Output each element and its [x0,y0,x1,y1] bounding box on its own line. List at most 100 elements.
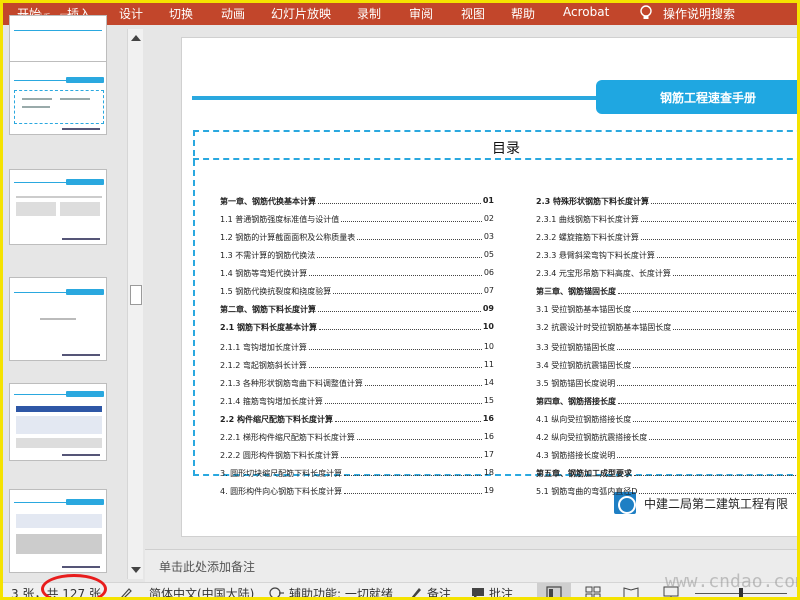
tab-review[interactable]: 审阅 [409,5,433,22]
toc-entry-text: 3.4 受拉钢筋抗震锚固长度 [536,361,632,370]
toc-entry-text: 1.1 普通钢筋强度标准值与设计值 [220,215,340,224]
company-name: 中建二局第二建筑工程有限 [644,497,789,511]
toc-leader [335,421,481,422]
toc-entry: 2.3.4 元宝形吊筋下料高度、长度计算 [536,268,797,279]
tab-transitions[interactable]: 切换 [169,5,193,22]
tab-animations[interactable]: 动画 [221,5,245,22]
scroll-down-icon[interactable] [131,567,141,573]
toc-leader [319,329,481,330]
toc-entry-page: 10 [483,342,494,351]
toc-entry-page: 16 [482,414,494,423]
toc-entry-text: 2.2 构件缩尺配筋下料长度计算 [220,415,333,424]
toc-entry: 2.1.1 弯钩增加长度计算 10 [220,342,494,353]
toc-entry-text: 2.3 特殊形状钢筋下料长度计算 [536,197,649,206]
toc-leader [344,475,482,476]
toc-entry-text: 2.2.2 圆形构件钢筋下料长度计算 [220,451,339,460]
toc-leader [657,257,797,258]
slide-thumbnail[interactable] [9,383,107,461]
toc-entry: 4.3 钢筋搭接长度说明 [536,450,797,461]
tab-view[interactable]: 视图 [461,5,485,22]
toc-entry: 2.3.1 曲线钢筋下料长度计算 [536,214,797,225]
toc-entry-text: 3.3 受拉钢筋锚固长度 [536,343,616,352]
toc-leader [309,367,482,368]
toc-leader [341,457,482,458]
slide-thumbnail[interactable] [9,277,107,361]
toc-entry: 4.2 纵向受拉钢筋抗震搭接长度 [536,432,797,443]
toc-entry: 第五章、钢筋加工成型要求 [536,468,797,479]
slide-canvas[interactable]: 钢筋工程速查手册 目录 中建二局第二建筑工程有限 第一章、钢筋代换基本计算 01 1… [181,37,797,537]
toc-leader [317,257,482,258]
toc-leader [365,385,482,386]
slide-edit-area: 钢筋工程速查手册 目录 中建二局第二建筑工程有限 第一章、钢筋代换基本计算 01 1… [145,25,797,549]
toc-entry: 2.3.2 螺旋箍筋下料长度计算 [536,232,797,243]
slide-thumbnail[interactable] [9,169,107,245]
toc-entry: 2.1.4 箍筋弯钩增加长度计算 15 [220,396,494,407]
toc-leader [341,221,482,222]
toc-entry: 第一章、钢筋代换基本计算 01 [220,196,494,207]
toc-entry: 1.3 不需计算的钢筋代换法 05 [220,250,494,261]
toc-leader [325,403,482,404]
lightbulb-icon[interactable] [639,4,653,22]
toc-entry-page: 05 [483,250,494,259]
toc-entry-text: 第二章、钢筋下料长度计算 [220,305,316,314]
slide-thumbnail[interactable] [9,489,107,573]
tab-acrobat[interactable]: Acrobat [563,5,609,19]
scroll-up-icon[interactable] [131,35,141,41]
normal-view-button[interactable] [537,583,571,597]
comment-icon[interactable] [471,586,485,600]
toc-leader [333,293,482,294]
notes-placeholder[interactable]: 单击此处添加备注 [159,558,255,575]
slide-thumbnail[interactable] [9,61,107,135]
slide-sorter-icon[interactable] [585,586,601,600]
toc-entry: 1.1 普通钢筋强度标准值与设计值 02 [220,214,494,225]
accessibility-status[interactable]: 辅助功能: 一切就绪 [289,585,393,597]
thumbnail-scrollbar[interactable] [127,29,143,579]
toc-entry: 2.2 构件缩尺配筋下料长度计算 16 [220,414,494,425]
tab-record[interactable]: 录制 [357,5,381,22]
tab-slideshow[interactable]: 幻灯片放映 [271,5,331,22]
toc-entry-text: 4. 圆形构件向心钢筋下料长度计算 [220,487,343,496]
toc-entry: 4.1 纵向受拉钢筋搭接长度 [536,414,797,425]
toc-entry-text: 4.1 纵向受拉钢筋搭接长度 [536,415,632,424]
ribbon-tabs: 道 桥 网 开始 插入 设计 切换 动画 幻灯片放映 录制 审阅 视图 帮助 A… [3,3,797,28]
toc-entry: 3. 圆形切块缩尺配筋下料长度计算 18 [220,468,494,479]
toc-entry-page: 01 [482,196,494,205]
scroll-thumb[interactable] [130,285,142,305]
toc-entry: 2.1.2 弯起钢筋斜长计算 11 [220,360,494,371]
toc-entry-text: 1.3 不需计算的钢筋代换法 [220,251,316,260]
tell-me-search[interactable]: 操作说明搜索 [663,5,735,22]
tab-design[interactable]: 设计 [119,5,143,22]
toc-leader [651,203,797,204]
toc-entry-text: 2.3.3 悬臂斜梁弯钩下料长度计算 [536,251,655,260]
toc-leader [318,311,481,312]
toc-leader [618,403,797,404]
notes-icon[interactable] [409,586,423,600]
reading-view-icon[interactable] [623,586,639,600]
toc-entry-page: 16 [483,432,494,441]
toc-entry-page: 18 [483,468,494,477]
toc-leader [617,457,797,458]
toc-leader [357,239,482,240]
toc-entry-text: 2.1.3 各种形状钢筋弯曲下料调整值计算 [220,379,363,388]
toc-entry: 1.4 钢筋等弯矩代换计算 06 [220,268,494,279]
highlight-circle [41,574,107,597]
toc-entry-text: 4.2 纵向受拉钢筋抗震搭接长度 [536,433,648,442]
toc-entry: 2.1 钢筋下料长度基本计算 10 [220,322,494,333]
slide-thumbnail-pane [3,15,145,582]
language-indicator[interactable]: 简体中文(中国大陆) [149,585,254,597]
toc-entry: 3.2 抗震设计时受拉钢筋基本锚固长度 [536,322,797,333]
toc-entry-page: 09 [482,304,494,313]
toc-entry-text: 第一章、钢筋代换基本计算 [220,197,316,206]
toc-entry-page: 07 [483,286,494,295]
notes-button[interactable]: 备注 [427,585,451,597]
toc-entry: 5.1 钢筋弯曲的弯弧内直径D [536,486,797,497]
spellcheck-icon[interactable] [119,586,133,600]
toc-entry-page: 10 [482,322,494,331]
accessibility-icon[interactable] [269,586,285,600]
toc-entry-text: 2.1 钢筋下料长度基本计算 [220,323,317,332]
toc-entry: 1.2 钢筋的计算截面面积及公称质量表 03 [220,232,494,243]
comments-button[interactable]: 批注 [489,585,513,597]
tab-help[interactable]: 帮助 [511,5,535,22]
toc-leader [641,239,797,240]
toc-entry: 2.2.1 梯形构件缩尺配筋下料长度计算 16 [220,432,494,443]
